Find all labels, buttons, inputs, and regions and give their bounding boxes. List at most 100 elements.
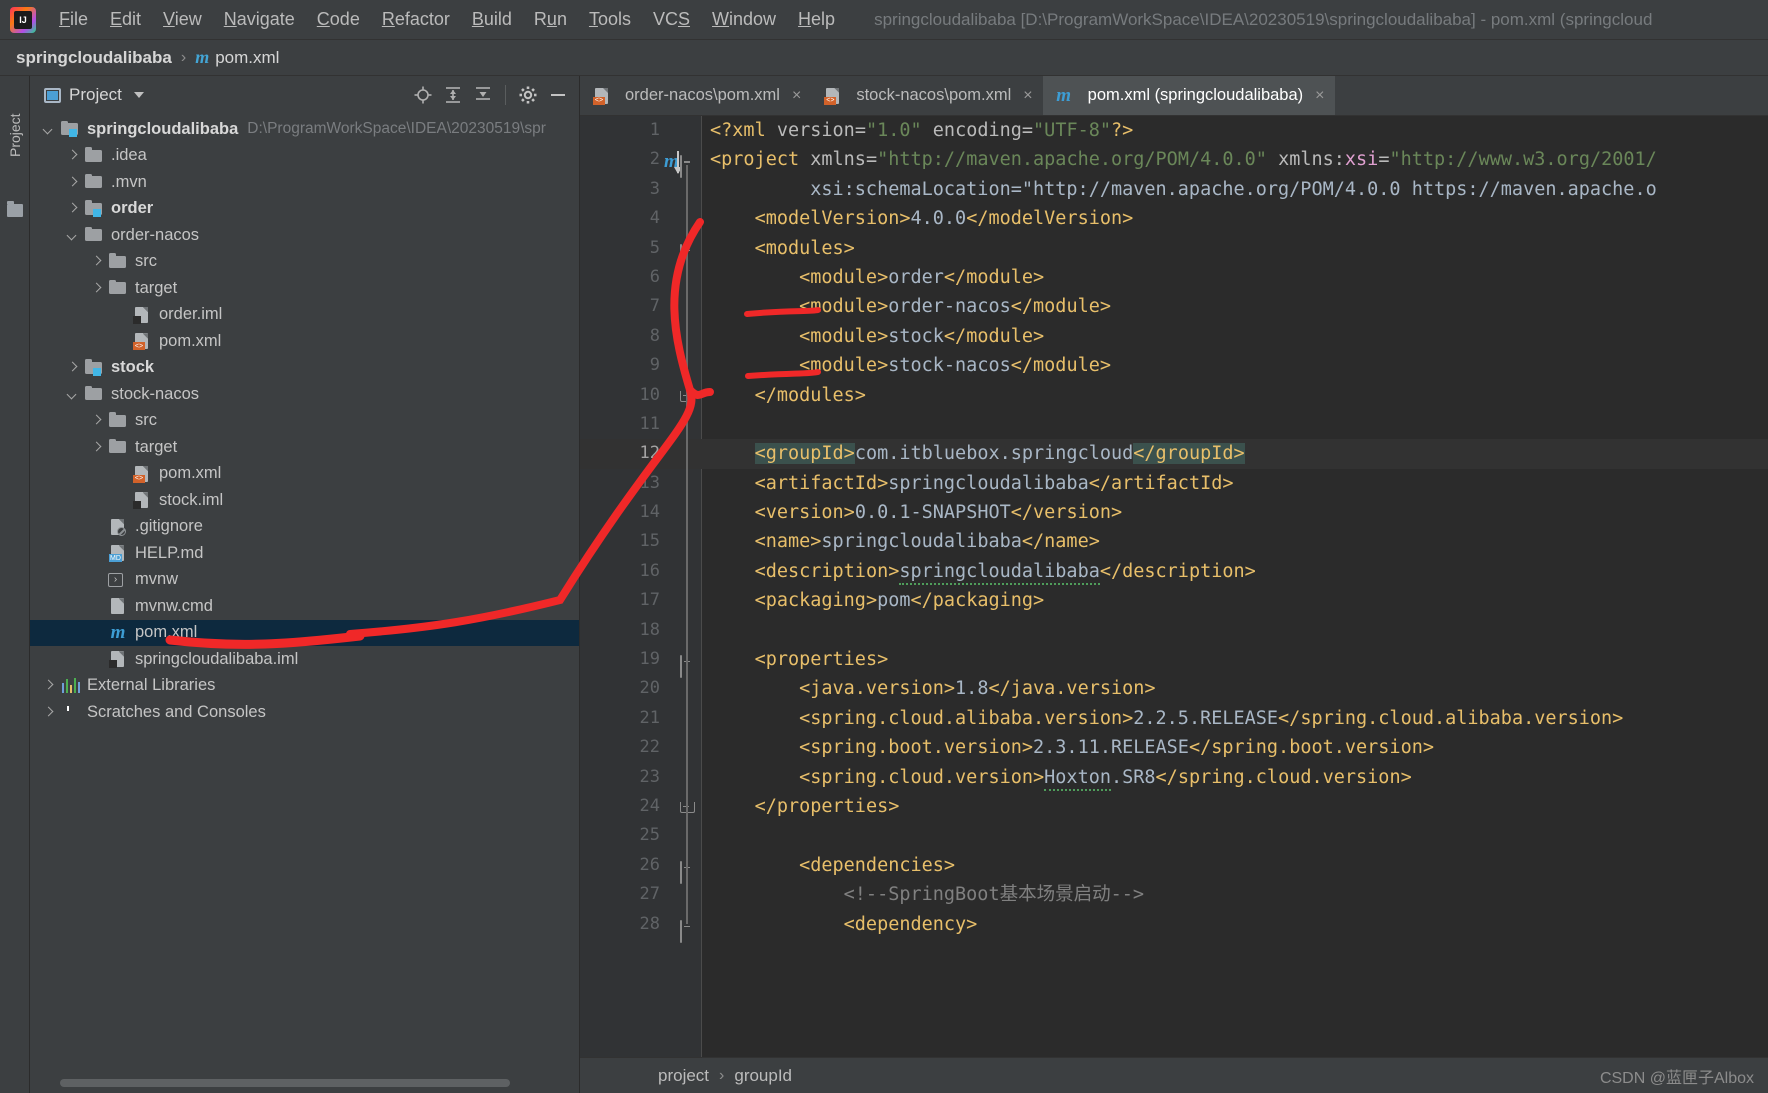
code-line-16[interactable]: 16 <description>springcloudalibaba</desc… — [580, 557, 1768, 586]
tree-node-external-libraries[interactable]: External Libraries — [30, 673, 579, 700]
code-line-26[interactable]: 26 <dependencies> — [580, 851, 1768, 884]
code-line-4[interactable]: 4 <modelVersion>4.0.0</modelVersion> — [580, 204, 1768, 233]
breadcrumb-item-groupid[interactable]: groupId — [734, 1066, 792, 1086]
code-line-15[interactable]: 15 <name>springcloudalibaba</name> — [580, 527, 1768, 556]
tree-node-pom-xml[interactable]: <> pom.xml — [30, 461, 579, 488]
menu-item-vcs[interactable]: VCS — [642, 7, 701, 32]
menu-item-view[interactable]: View — [152, 7, 213, 32]
tree-node-help-md[interactable]: MD HELP.md — [30, 540, 579, 567]
tree-node-springcloudalibaba[interactable]: springcloudalibaba D:\ProgramWorkSpace\ID… — [30, 116, 579, 143]
chevron-right-icon[interactable] — [90, 255, 103, 268]
chevron-right-icon[interactable] — [66, 149, 79, 162]
code-line-11[interactable]: 11 — [580, 410, 1768, 439]
tree-node-mvnw-cmd[interactable]: mvnw.cmd — [30, 593, 579, 620]
tree-node-order-nacos[interactable]: order-nacos — [30, 222, 579, 249]
navbar-file-name[interactable]: pom.xml — [215, 48, 279, 68]
code-line-5[interactable]: 5 <modules> — [580, 234, 1768, 267]
navbar-project-name[interactable]: springcloudalibaba — [16, 48, 172, 68]
code-line-25[interactable]: 25 — [580, 821, 1768, 850]
tree-node-target[interactable]: target — [30, 434, 579, 461]
chevron-right-icon[interactable] — [90, 282, 103, 295]
structure-icon[interactable] — [7, 201, 23, 217]
project-tree[interactable]: springcloudalibaba D:\ProgramWorkSpace\ID… — [30, 114, 579, 726]
editor-tab-3[interactable]: m pom.xml (springcloudalibaba) × — [1042, 76, 1335, 115]
code-content[interactable]: 1 <?xml version="1.0" encoding="UTF-8"?> 2… — [580, 116, 1768, 1057]
project-panel-horizontal-scrollbar[interactable] — [60, 1079, 510, 1087]
tree-node-stock-iml[interactable]: stock.iml — [30, 487, 579, 514]
fold-collapse-icon[interactable] — [680, 152, 696, 179]
code-line-6[interactable]: 6 <module>order</module> — [580, 263, 1768, 292]
chevron-right-icon[interactable] — [42, 679, 55, 692]
menu-item-tools[interactable]: Tools — [578, 7, 642, 32]
menu-item-window[interactable]: Window — [701, 7, 787, 32]
code-line-17[interactable]: 17 <packaging>pom</packaging> — [580, 586, 1768, 615]
code-line-8[interactable]: 8 <module>stock</module> — [580, 322, 1768, 351]
menu-item-file[interactable]: File — [48, 7, 99, 32]
code-line-28[interactable]: 28 <dependency> — [580, 910, 1768, 943]
tree-node-src[interactable]: src — [30, 249, 579, 276]
tree-node--idea[interactable]: .idea — [30, 143, 579, 170]
code-line-22[interactable]: 22 <spring.boot.version>2.3.11.RELEASE</… — [580, 733, 1768, 762]
code-line-2[interactable]: 2 m <project xmlns="http://maven.apache.or… — [580, 145, 1768, 179]
tree-node--mvn[interactable]: .mvn — [30, 169, 579, 196]
code-line-14[interactable]: 14 <version>0.0.1-SNAPSHOT</version> — [580, 498, 1768, 527]
code-line-24[interactable]: 24 </properties> — [580, 792, 1768, 821]
tree-node-springcloudalibaba-iml[interactable]: springcloudalibaba.iml — [30, 646, 579, 673]
code-line-10[interactable]: 10 </modules> — [580, 381, 1768, 410]
chevron-down-icon[interactable] — [42, 123, 55, 136]
fold-collapse-icon[interactable] — [680, 652, 696, 679]
code-line-13[interactable]: 13 <artifactId>springcloudalibaba</artif… — [580, 469, 1768, 498]
editor-tab-2[interactable]: <> stock-nacos\pom.xml × — [811, 76, 1042, 115]
code-line-20[interactable]: 20 <java.version>1.8</java.version> — [580, 674, 1768, 703]
menu-item-run[interactable]: Run — [523, 7, 578, 32]
menu-item-navigate[interactable]: Navigate — [213, 7, 306, 32]
tree-node-target[interactable]: target — [30, 275, 579, 302]
tree-node-src[interactable]: src — [30, 408, 579, 435]
chevron-down-icon[interactable] — [133, 92, 144, 98]
close-icon[interactable]: × — [792, 87, 801, 105]
code-editor[interactable]: 1 <?xml version="1.0" encoding="UTF-8"?> 2… — [580, 116, 1768, 1057]
close-icon[interactable]: × — [1023, 87, 1032, 105]
breadcrumb-item-project[interactable]: project — [658, 1066, 709, 1086]
fold-collapse-icon[interactable] — [680, 241, 696, 267]
tool-window-button-project[interactable]: Project — [0, 90, 30, 180]
fold-collapse-icon[interactable] — [680, 917, 696, 943]
gear-icon[interactable] — [515, 82, 541, 108]
code-line-23[interactable]: 23 <spring.cloud.version>Hoxton.SR8</spr… — [580, 763, 1768, 792]
code-line-27[interactable]: 27 <!--SpringBoot基本场景启动--> — [580, 880, 1768, 909]
code-line-1[interactable]: 1 <?xml version="1.0" encoding="UTF-8"?> — [580, 116, 1768, 145]
fold-end-icon[interactable] — [680, 388, 696, 404]
code-line-9[interactable]: 9 <module>stock-nacos</module> — [580, 351, 1768, 380]
chevron-down-icon[interactable] — [66, 388, 79, 401]
chevron-right-icon[interactable] — [42, 706, 55, 719]
tree-node-order-iml[interactable]: order.iml — [30, 302, 579, 329]
tree-node-mvnw[interactable]: › mvnw — [30, 567, 579, 594]
code-line-18[interactable]: 18 — [580, 616, 1768, 645]
chevron-right-icon[interactable] — [90, 414, 103, 427]
editor-tab-1[interactable]: <> order-nacos\pom.xml × — [580, 76, 811, 115]
chevron-down-icon[interactable] — [66, 229, 79, 242]
tree-node-stock[interactable]: stock — [30, 355, 579, 382]
chevron-right-icon[interactable] — [66, 361, 79, 374]
code-line-7[interactable]: 7 <module>order-nacos</module> — [580, 292, 1768, 321]
chevron-right-icon[interactable] — [90, 441, 103, 454]
menu-item-build[interactable]: Build — [461, 7, 523, 32]
menu-item-help[interactable]: Help — [787, 7, 846, 32]
chevron-right-icon[interactable] — [66, 202, 79, 215]
tree-node-scratches-and-consoles[interactable]: Scratches and Consoles — [30, 699, 579, 726]
tree-node-pom-xml[interactable]: m pom.xml — [30, 619, 579, 646]
collapse-all-icon[interactable] — [470, 82, 496, 108]
code-line-12[interactable]: 12 <groupId>com.itbluebox.springcloud</g… — [580, 439, 1768, 469]
tree-node--gitignore[interactable]: .gitignore — [30, 514, 579, 541]
code-line-21[interactable]: 21 <spring.cloud.alibaba.version>2.2.5.R… — [580, 704, 1768, 733]
tree-node-stock-nacos[interactable]: stock-nacos — [30, 381, 579, 408]
fold-collapse-icon[interactable] — [680, 858, 696, 884]
fold-end-icon[interactable] — [680, 799, 696, 815]
hide-window-icon[interactable] — [545, 82, 571, 108]
code-line-3[interactable]: 3 xsi:schemaLocation="http://maven.apach… — [580, 175, 1768, 204]
close-icon[interactable]: × — [1315, 87, 1324, 105]
locate-icon[interactable] — [410, 82, 436, 108]
tree-node-order[interactable]: order — [30, 196, 579, 223]
tree-node-pom-xml[interactable]: <> pom.xml — [30, 328, 579, 355]
expand-all-icon[interactable] — [440, 82, 466, 108]
